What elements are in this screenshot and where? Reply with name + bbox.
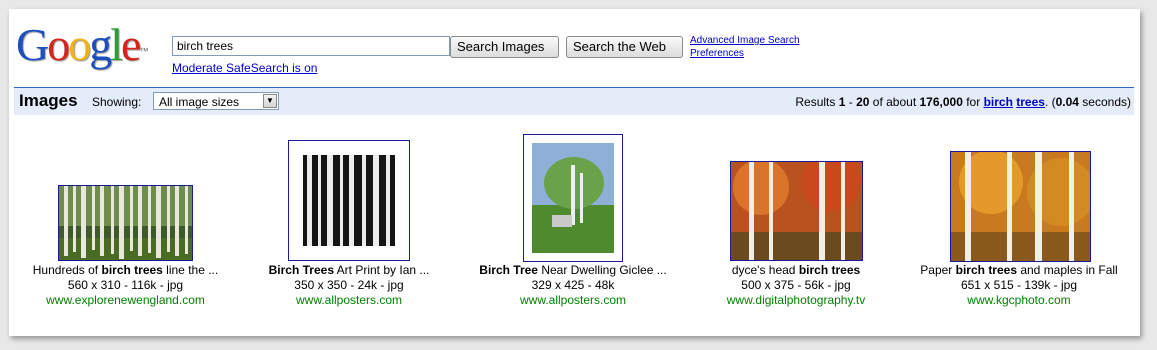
results-bar: Images Showing: All image sizes ▼ Result…: [14, 87, 1134, 115]
search-input[interactable]: birch trees: [172, 36, 450, 56]
result-title-1[interactable]: Hundreds of birch trees line the ...: [9, 263, 242, 278]
title-text-tail: Near Dwelling Giclee ...: [537, 263, 667, 277]
result-thumbnail-4[interactable]: [730, 161, 863, 261]
page: Google™ birch trees Search Images Search…: [9, 9, 1140, 336]
results-for: for: [962, 95, 984, 109]
results-to: 20: [856, 95, 870, 109]
result-meta-4: 500 x 375 - 56k - jpg: [741, 278, 851, 292]
result-thumbnail-1[interactable]: [58, 185, 193, 261]
logo-letter-o2: o: [68, 19, 91, 70]
result-url-3[interactable]: www.allposters.com: [463, 293, 683, 308]
safesearch-link[interactable]: Moderate SafeSearch is on: [172, 61, 317, 75]
birch-art-print-image: [289, 141, 409, 260]
advanced-image-search-link[interactable]: Advanced Image Search: [690, 35, 800, 46]
result-url-1[interactable]: www.explorenewengland.com: [9, 293, 242, 308]
results-stats: Results 1 - 20 of about 176,000 for birc…: [795, 95, 1131, 109]
result-title-2[interactable]: Birch Trees Art Print by Ian ...: [239, 263, 459, 278]
result-meta-1: 560 x 310 - 116k - jpg: [67, 278, 184, 292]
results-mid: of about: [869, 95, 920, 109]
result-thumbnail-2[interactable]: [288, 140, 410, 261]
query-term-birch-link[interactable]: birch: [984, 95, 1013, 109]
result-caption-2: Birch Trees Art Print by Ian ... 350 x 3…: [239, 263, 459, 308]
query-term-trees-link[interactable]: trees: [1016, 95, 1045, 109]
result-url-2[interactable]: www.allposters.com: [239, 293, 459, 308]
title-text-tail: Art Print by Ian ...: [334, 263, 430, 277]
results-prefix: Results: [795, 95, 839, 109]
title-text-tail: line the ...: [162, 263, 219, 277]
showing-label: Showing:: [92, 95, 142, 109]
results-suffix: seconds): [1078, 95, 1131, 109]
trademark-mark: ™: [139, 46, 149, 56]
result-title-4[interactable]: dyce's head birch trees: [686, 263, 906, 278]
results-time: 0.04: [1055, 95, 1079, 109]
title-text: dyce's head: [731, 263, 799, 277]
title-text-tail: and maples in Fall: [1017, 263, 1118, 277]
title-bold: Birch Tree: [479, 263, 538, 277]
results-dash: -: [845, 95, 857, 109]
image-size-select[interactable]: All image sizes ▼: [153, 92, 279, 110]
search-web-button[interactable]: Search the Web: [566, 36, 683, 58]
result-meta-2: 350 x 350 - 24k - jpg: [294, 278, 404, 292]
result-url-5[interactable]: www.kgcphoto.com: [899, 293, 1139, 308]
title-text: Hundreds of: [32, 263, 102, 277]
results-dot: . (: [1044, 95, 1056, 109]
results-total: 176,000: [919, 95, 963, 109]
side-links: Advanced Image Search Preferences: [690, 34, 800, 60]
preferences-link[interactable]: Preferences: [690, 48, 744, 59]
section-title: Images: [19, 91, 78, 110]
birch-near-dwelling-image: [524, 135, 622, 261]
google-logo[interactable]: Google™: [16, 21, 148, 69]
birch-forest-image: [59, 186, 192, 260]
logo-letter-o1: o: [47, 19, 70, 70]
dropdown-arrow-icon[interactable]: ▼: [263, 94, 277, 108]
dyces-head-birch-image: [731, 162, 862, 260]
result-title-5[interactable]: Paper birch trees and maples in Fall: [899, 263, 1139, 278]
logo-letter-e: e: [121, 19, 141, 70]
title-bold: birch trees: [798, 263, 861, 277]
result-caption-1: Hundreds of birch trees line the ... 560…: [9, 263, 242, 308]
result-caption-4: dyce's head birch trees 500 x 375 - 56k …: [686, 263, 906, 308]
paper-birch-maples-image: [951, 152, 1090, 261]
result-title-3[interactable]: Birch Tree Near Dwelling Giclee ...: [463, 263, 683, 278]
logo-letter-g: G: [16, 19, 49, 70]
result-thumbnail-3[interactable]: [523, 134, 623, 262]
result-caption-5: Paper birch trees and maples in Fall 651…: [899, 263, 1139, 308]
result-meta-3: 329 x 425 - 48k: [531, 278, 615, 292]
result-thumbnail-5[interactable]: [950, 151, 1091, 262]
result-url-4[interactable]: www.digitalphotography.tv: [686, 293, 906, 308]
title-bold: birch trees: [101, 263, 163, 277]
result-meta-5: 651 x 515 - 139k - jpg: [960, 278, 1078, 292]
title-bold: birch trees: [955, 263, 1017, 277]
image-size-value: All image sizes: [159, 95, 240, 109]
result-caption-3: Birch Tree Near Dwelling Giclee ... 329 …: [463, 263, 683, 308]
title-text: Paper: [920, 263, 956, 277]
search-images-button[interactable]: Search Images: [450, 36, 559, 58]
logo-letter-l: l: [110, 19, 123, 70]
title-bold: Birch Trees: [268, 263, 334, 277]
logo-letter-g2: g: [89, 19, 112, 70]
